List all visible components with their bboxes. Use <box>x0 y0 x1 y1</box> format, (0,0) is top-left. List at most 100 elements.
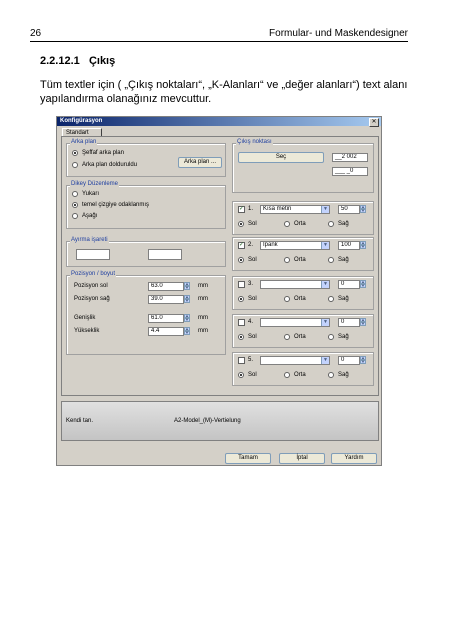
row-field-select[interactable]: İpank ▼ <box>260 241 330 250</box>
row-align-right-label: Sağ <box>338 221 349 227</box>
background-button[interactable]: Arka plan ... <box>178 157 222 168</box>
separator-input-1[interactable] <box>76 249 110 260</box>
radio-filled[interactable] <box>72 162 78 168</box>
unit-label: mm <box>198 315 208 321</box>
row-field-select[interactable]: ▼ <box>260 356 330 365</box>
row-align-right-label: Sağ <box>338 296 349 302</box>
row-align-left-radio[interactable] <box>238 296 244 302</box>
row-align-left-radio[interactable] <box>238 221 244 227</box>
row-size-input[interactable]: 0 <box>338 280 360 289</box>
height-input[interactable]: 4.4 <box>148 327 184 336</box>
row-size-spinner[interactable]: ▲ ▼ <box>360 356 366 365</box>
row-align-right-radio[interactable] <box>328 334 334 340</box>
unit-label: mm <box>198 283 208 289</box>
pos-left-input[interactable]: 63.0 <box>148 282 184 291</box>
output-value-1[interactable]: __2 002 <box>332 153 368 162</box>
row-align-center-radio[interactable] <box>284 296 290 302</box>
row-align-left-radio[interactable] <box>238 372 244 378</box>
configuration-dialog: Konfigürasyon ✕ Standart Arka plan Şeffa… <box>56 116 382 466</box>
row-size-input[interactable]: 50 <box>338 205 360 214</box>
pos-right-label: Pozisyon sağ <box>74 296 110 302</box>
close-icon[interactable]: ✕ <box>369 118 379 127</box>
row-checkbox[interactable] <box>238 357 245 364</box>
body-paragraph: Tüm textler için ( „Çıkış noktaları“, „K… <box>40 79 408 105</box>
chevron-down-icon[interactable]: ▼ <box>321 281 329 288</box>
position-group-label: Pozisyon / boyut <box>70 271 117 277</box>
row-checkbox[interactable]: ✓ <box>238 206 245 213</box>
row-size-spinner[interactable]: ▲ ▼ <box>360 241 366 250</box>
row-checkbox[interactable]: ✓ <box>238 242 245 249</box>
row-number: 2. <box>248 242 254 248</box>
unit-label: mm <box>198 296 208 302</box>
pos-right-spinner[interactable]: ▲ ▼ <box>184 295 190 304</box>
row-align-left-radio[interactable] <box>238 334 244 340</box>
row-size-input[interactable]: 0 <box>338 356 360 365</box>
help-button[interactable]: Yardım <box>331 453 377 464</box>
row-align-right-label: Sağ <box>338 257 349 263</box>
row-align-left-label: Sol <box>248 257 257 263</box>
width-spinner[interactable]: ▲ ▼ <box>184 314 190 323</box>
radio-transparent[interactable] <box>72 150 78 156</box>
pos-right-input[interactable]: 39.0 <box>148 295 184 304</box>
row-align-left-radio[interactable] <box>238 257 244 263</box>
output-value-2[interactable]: ___ _0 <box>332 167 368 176</box>
row-align-right-radio[interactable] <box>328 257 334 263</box>
row-align-right-label: Sağ <box>338 334 349 340</box>
page-number: 26 <box>30 28 42 39</box>
radio-filled-label: Arka plan dolduruldu <box>82 162 138 168</box>
row-align-right-radio[interactable] <box>328 372 334 378</box>
row-field-select[interactable]: ▼ <box>260 280 330 289</box>
width-input[interactable]: 61.0 <box>148 314 184 323</box>
chevron-down-icon[interactable]: ▼ <box>321 242 329 249</box>
pos-left-label: Pozisyon sol <box>74 283 108 289</box>
row-align-left-label: Sol <box>248 221 257 227</box>
row-field-select[interactable]: Kısa metin ▼ <box>260 205 330 214</box>
cancel-button[interactable]: İptal <box>279 453 325 464</box>
separator-input-2[interactable] <box>148 249 182 260</box>
row-align-right-label: Sağ <box>338 372 349 378</box>
chevron-down-icon[interactable]: ▼ <box>321 206 329 213</box>
radio-baseline[interactable] <box>72 202 78 208</box>
row-align-center-label: Orta <box>294 296 306 302</box>
row-size-input[interactable]: 100 <box>338 241 360 250</box>
row-size-spinner[interactable]: ▲ ▼ <box>360 205 366 214</box>
row-checkbox[interactable] <box>238 319 245 326</box>
row-align-right-radio[interactable] <box>328 296 334 302</box>
section-title: Çıkış <box>88 55 116 67</box>
row-size-spinner[interactable]: ▲ ▼ <box>360 318 366 327</box>
row-align-center-radio[interactable] <box>284 372 290 378</box>
row-align-center-radio[interactable] <box>284 221 290 227</box>
chevron-down-icon[interactable]: ▼ <box>321 319 329 326</box>
row-number: 3. <box>248 281 254 287</box>
chevron-down-icon[interactable]: ▼ <box>321 357 329 364</box>
status-model-text: A2-Model_(M)-Vertielung <box>174 418 241 424</box>
row-align-center-radio[interactable] <box>284 257 290 263</box>
select-button[interactable]: Seç <box>238 152 324 163</box>
radio-bottom[interactable] <box>72 213 78 219</box>
document-title: Formular- und Maskendesigner <box>269 28 408 39</box>
row-align-right-radio[interactable] <box>328 221 334 227</box>
unit-label: mm <box>198 328 208 334</box>
height-label: Yükseklik <box>74 328 100 334</box>
section-heading: 2.2.12.1 Çıkış <box>40 55 115 67</box>
row-align-left-label: Sol <box>248 296 257 302</box>
radio-top[interactable] <box>72 191 78 197</box>
row-field-value: İpank <box>263 242 278 248</box>
status-left-text: Kendi tan. <box>66 418 94 424</box>
dialog-title: Konfigürasyon <box>57 117 381 126</box>
ok-button[interactable]: Tamam <box>225 453 271 464</box>
vertical-group-label: Dikey Düzenleme <box>70 181 120 187</box>
row-size-spinner[interactable]: ▲ ▼ <box>360 280 366 289</box>
row-checkbox[interactable] <box>238 281 245 288</box>
row-number: 1. <box>248 206 254 212</box>
row-field-select[interactable]: ▼ <box>260 318 330 327</box>
row-align-center-label: Orta <box>294 221 306 227</box>
pos-left-spinner[interactable]: ▲ ▼ <box>184 282 190 291</box>
radio-bottom-label: Aşağı <box>82 213 98 219</box>
row-number: 5. <box>248 357 254 363</box>
row-size-input[interactable]: 0 <box>338 318 360 327</box>
row-field-value: Kısa metin <box>263 206 292 212</box>
radio-top-label: Yukarı <box>82 191 100 197</box>
row-align-center-radio[interactable] <box>284 334 290 340</box>
height-spinner[interactable]: ▲ ▼ <box>184 327 190 336</box>
